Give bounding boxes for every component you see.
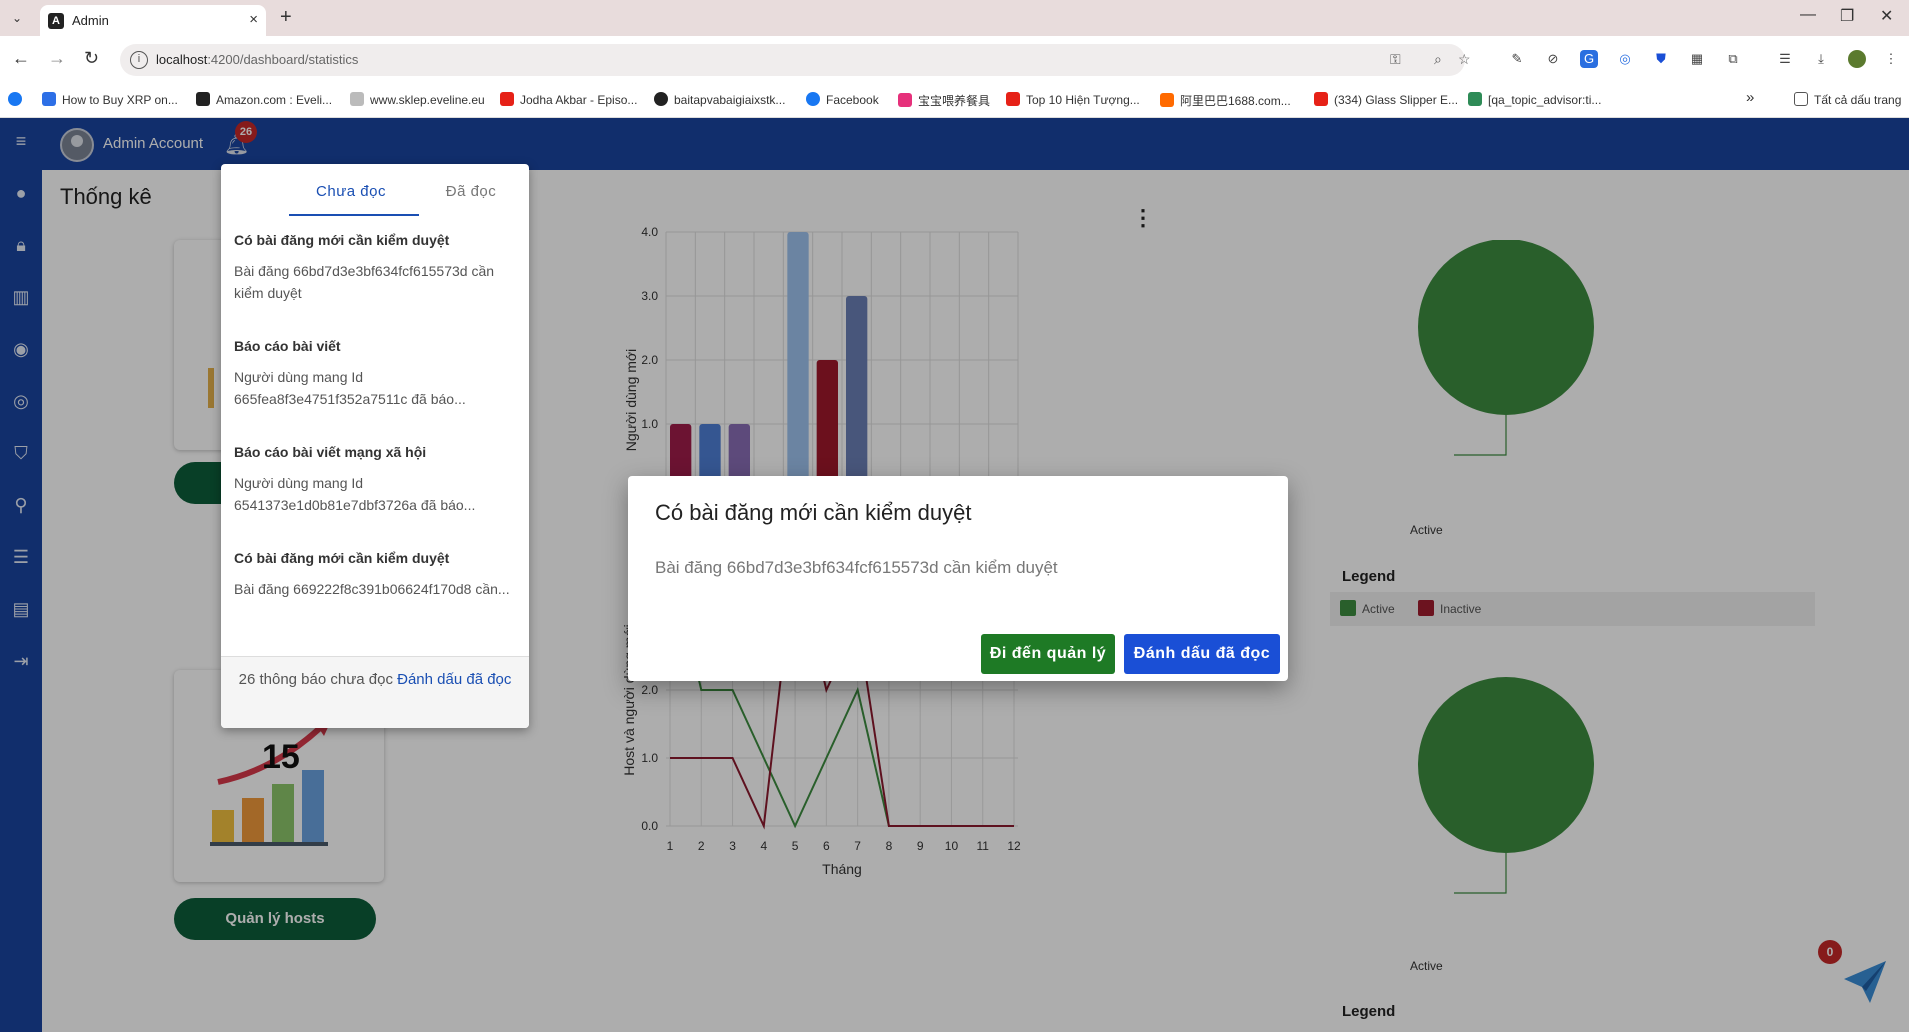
bookmark-item[interactable]: [qa_topic_advisor:ti... (1468, 92, 1601, 107)
restore-icon[interactable]: ❐ (1840, 6, 1854, 26)
bookmark-item[interactable]: Facebook (806, 92, 879, 107)
tab-underline (289, 214, 419, 216)
mark-read-button[interactable]: Đánh dấu đã đọc (1124, 634, 1280, 674)
bookmark-facebook-icon[interactable] (8, 92, 28, 107)
notification-panel: Chưa đọc Đã đọc Có bài đăng mới cần kiểm… (221, 164, 529, 728)
tab-title: Admin (72, 13, 109, 28)
notification-item[interactable]: Có bài đăng mới cần kiểm duyệt Bài đăng … (234, 232, 519, 304)
url-field[interactable]: i localhost:4200/dashboard/statistics ⚿ … (120, 44, 1471, 76)
dialog-message: Bài đăng 66bd7d3e3bf634fcf615573d cần ki… (655, 558, 1058, 577)
bookmark-item[interactable]: Top 10 Hiện Tượng... (1006, 92, 1140, 107)
bookmarks-bar: How to Buy XRP on... Amazon.com : Eveli.… (0, 84, 1909, 118)
close-window-icon[interactable]: ✕ (1880, 6, 1893, 26)
bookmark-item[interactable]: baitapvabaigiaixstk... (654, 92, 785, 107)
notification-body: Người dùng mang Id 6541373e1d0b81e7dbf37… (234, 475, 476, 513)
browser-tabbar: ⌄ A Admin × + — ❐ ✕ (0, 0, 1909, 36)
profile-avatar-icon[interactable] (1848, 50, 1866, 68)
notification-body: Bài đăng 669222f8c391b06624f170d8 cần... (234, 581, 510, 597)
notification-item[interactable]: Báo cáo bài viết Người dùng mang Id 665f… (234, 338, 519, 410)
tab-search-icon[interactable]: ⌄ (6, 7, 28, 29)
translate-icon[interactable]: G (1580, 50, 1598, 68)
new-tab-icon[interactable]: + (280, 6, 292, 29)
notification-item[interactable]: Báo cáo bài viết mạng xã hội Người dùng … (234, 444, 519, 516)
bookmark-item[interactable]: 阿里巴巴1688.com... (1160, 92, 1291, 109)
bookmark-star-icon[interactable]: ☆ (1458, 51, 1471, 68)
compass-icon[interactable]: ⊘ (1544, 50, 1562, 68)
zoom-icon[interactable]: ⌕ (1434, 51, 1442, 68)
minimize-icon[interactable]: — (1800, 6, 1816, 24)
lens-extension-icon[interactable]: ◎ (1616, 50, 1634, 68)
grid-extension-icon[interactable]: ▦ (1688, 50, 1706, 68)
notification-body: Người dùng mang Id 665fea8f3e4751f352a75… (234, 369, 466, 407)
go-to-manage-button[interactable]: Đi đến quản lý (981, 634, 1115, 674)
reload-icon[interactable]: ↻ (84, 48, 99, 69)
notification-item[interactable]: Có bài đăng mới cần kiểm duyệt Bài đăng … (234, 550, 519, 600)
site-info-icon[interactable]: i (130, 51, 148, 69)
tab-unread[interactable]: Chưa đọc (281, 164, 421, 216)
notification-body: Bài đăng 66bd7d3e3bf634fcf615573d cần ki… (234, 263, 495, 301)
bookmark-item[interactable]: www.sklep.eveline.eu (350, 92, 485, 107)
notification-title: Báo cáo bài viết mạng xã hội (234, 444, 427, 460)
bookmark-item[interactable]: How to Buy XRP on... (42, 92, 178, 107)
bookmark-item[interactable]: Jodha Akbar - Episo... (500, 92, 637, 107)
key-icon[interactable]: ⚿ (1390, 51, 1401, 68)
bookmark-item[interactable]: 宝宝喂养餐具 (898, 92, 990, 109)
tab-close-icon[interactable]: × (249, 11, 258, 28)
mark-all-read-link[interactable]: Đánh dấu đã đọc (397, 671, 511, 688)
back-icon[interactable]: ← (12, 48, 30, 69)
url-text: localhost:4200/dashboard/statistics (156, 52, 359, 67)
notification-footer: 26 thông báo chưa đọc Đánh dấu đã đọc (221, 656, 529, 728)
all-bookmarks-folder[interactable]: Tất cả dấu trang (1794, 92, 1901, 107)
extensions-puzzle-icon[interactable]: ⧉ (1724, 50, 1742, 68)
shield-extension-icon[interactable]: ⛊ (1652, 50, 1670, 68)
bookmarks-more-icon[interactable]: » (1746, 89, 1754, 106)
notification-dialog: Có bài đăng mới cần kiểm duyệt Bài đăng … (628, 476, 1288, 681)
browser-tab[interactable]: A Admin × (40, 5, 266, 36)
forward-icon[interactable]: → (48, 48, 66, 69)
angular-favicon-icon: A (48, 13, 64, 29)
unread-count-text: 26 thông báo chưa đọc (238, 671, 393, 688)
tab-read[interactable]: Đã đọc (411, 164, 529, 216)
notification-title: Có bài đăng mới cần kiểm duyệt (234, 232, 450, 248)
reading-list-icon[interactable]: ☰ (1776, 50, 1794, 68)
dialog-title: Có bài đăng mới cần kiểm duyệt (655, 500, 972, 525)
eyedropper-icon[interactable]: ✎ (1508, 50, 1526, 68)
bookmark-item[interactable]: Amazon.com : Eveli... (196, 92, 332, 107)
notification-title: Báo cáo bài viết (234, 338, 341, 354)
bookmark-item[interactable]: (334) Glass Slipper E... (1314, 92, 1458, 107)
notification-title: Có bài đăng mới cần kiểm duyệt (234, 550, 450, 566)
browser-menu-icon[interactable]: ⋮ (1882, 50, 1900, 68)
address-bar-row: ← → ↻ i localhost:4200/dashboard/statist… (0, 36, 1909, 84)
download-icon[interactable]: ⤓ (1812, 50, 1830, 68)
